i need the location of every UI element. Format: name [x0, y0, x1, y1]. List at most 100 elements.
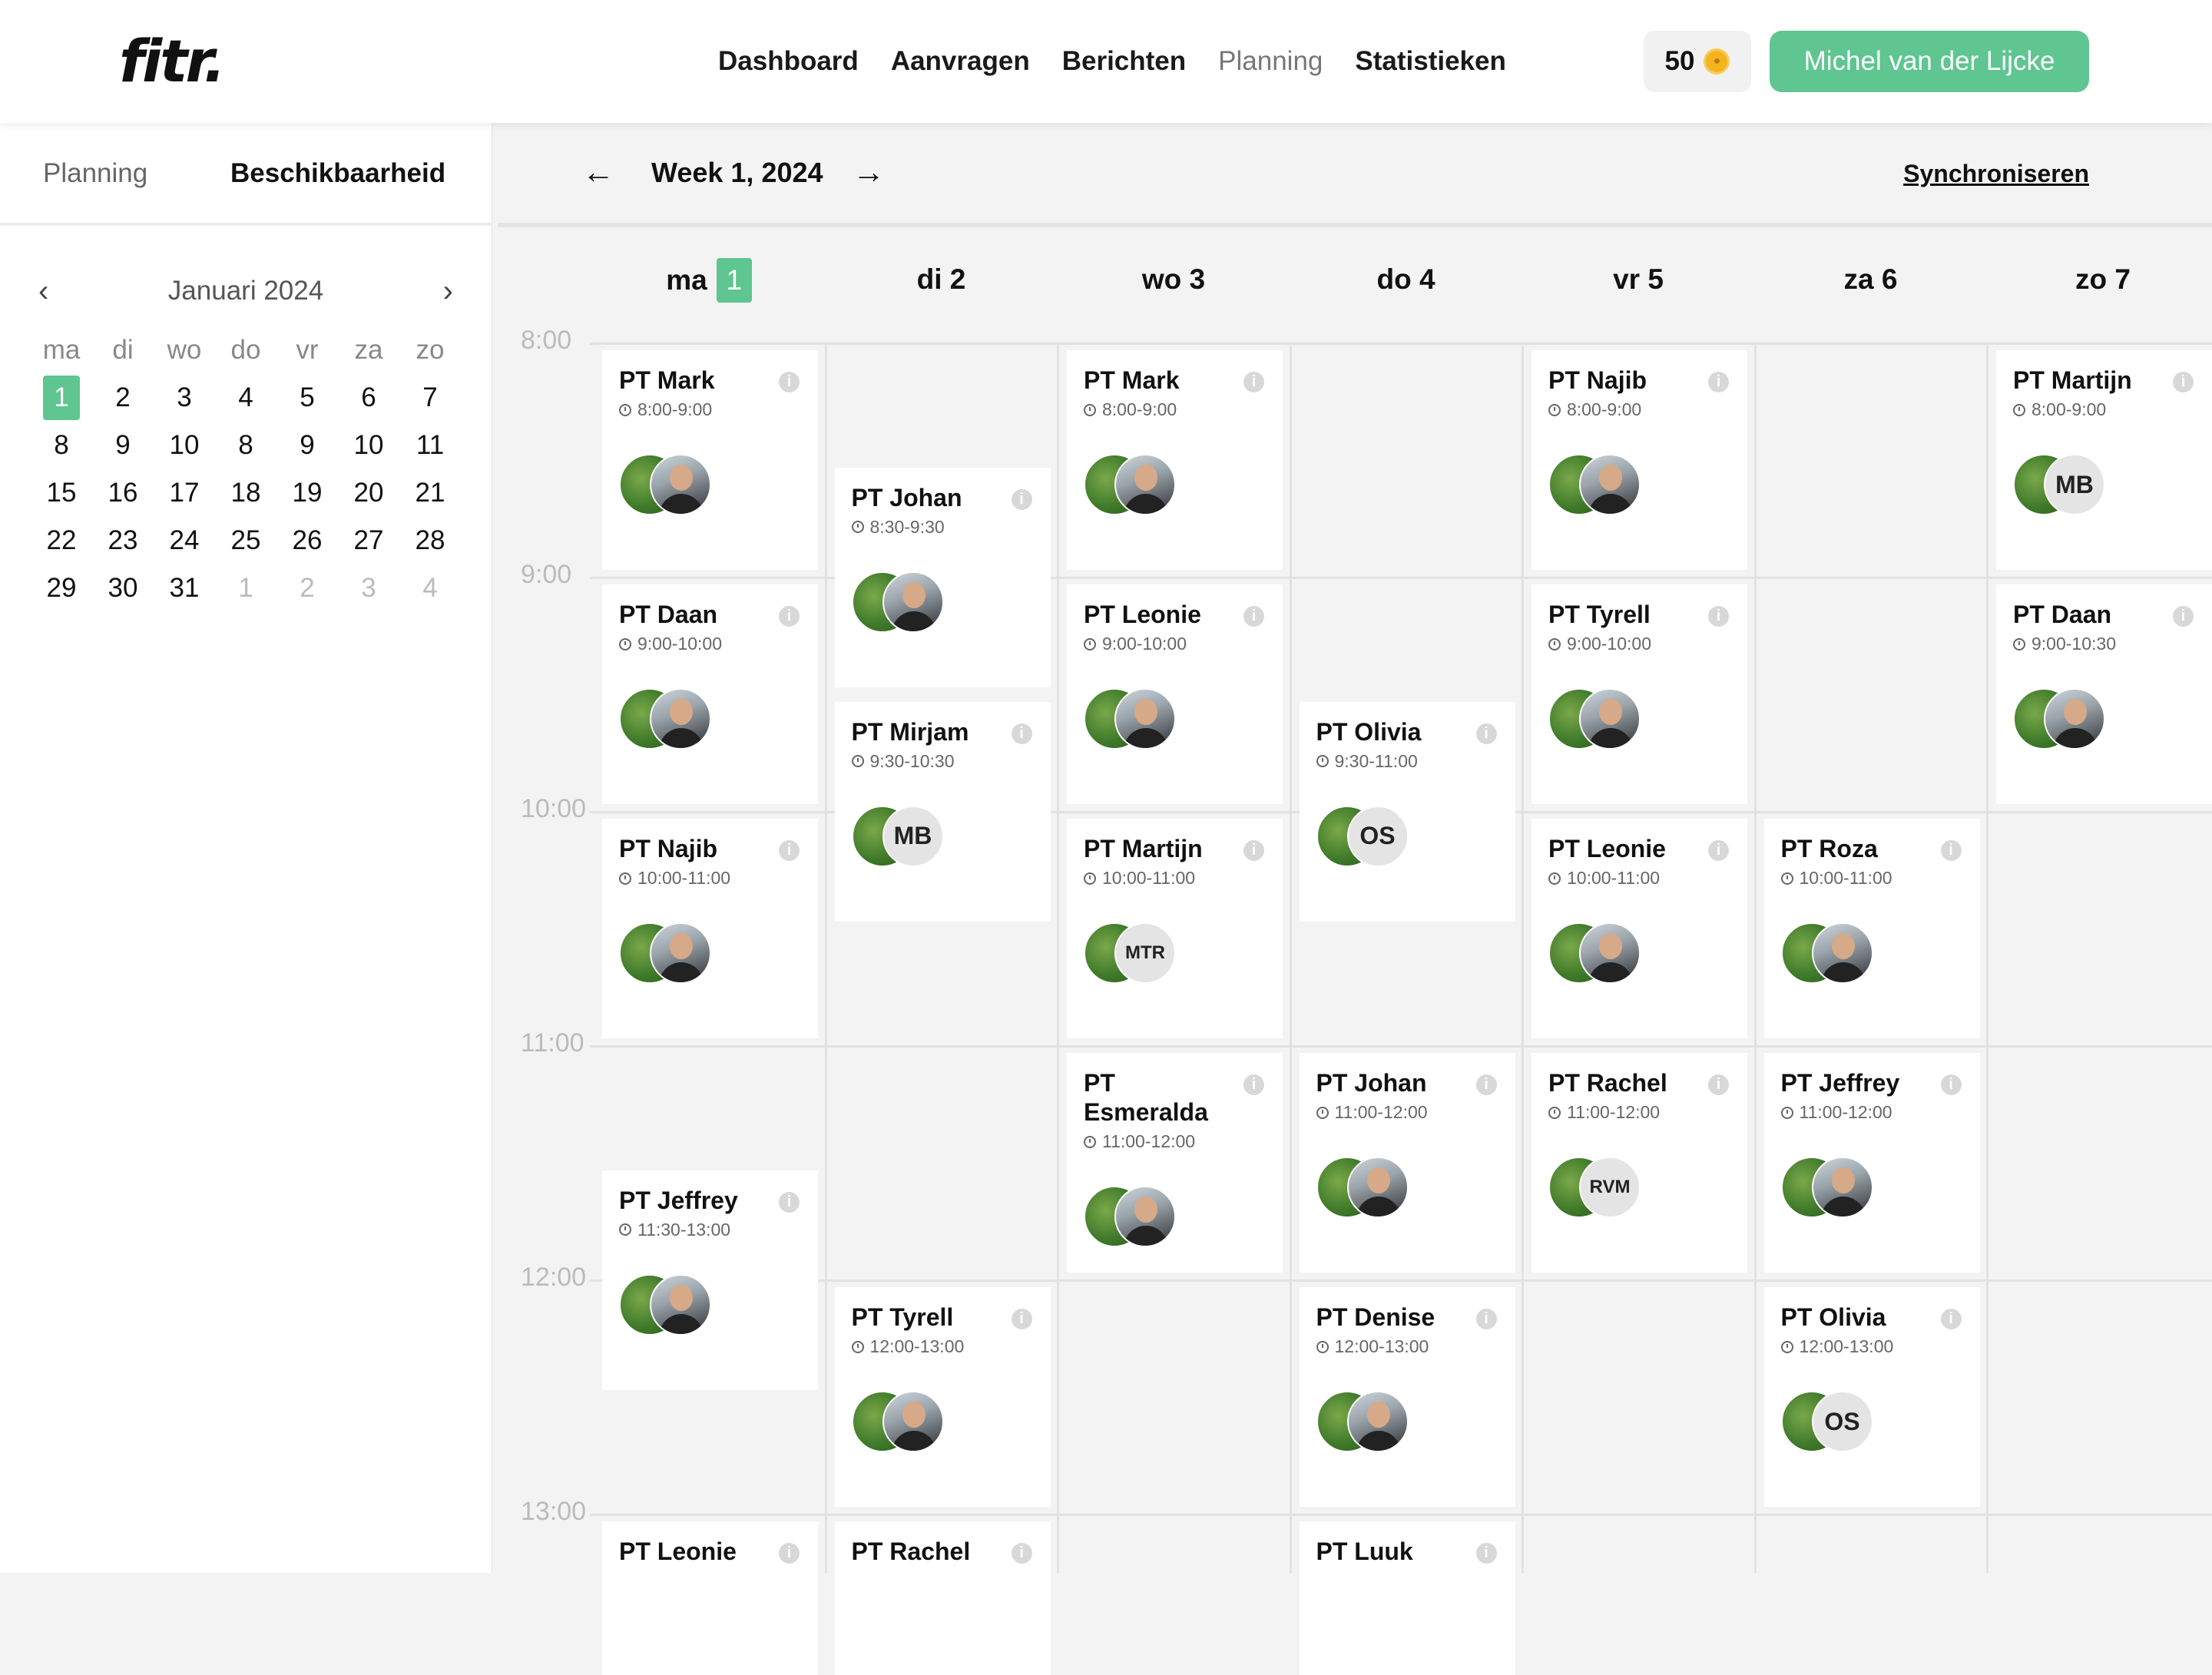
session-card[interactable]: PT Mark 8:00-9:00 i [1067, 350, 1283, 570]
nav-dashboard[interactable]: Dashboard [718, 40, 859, 83]
tab-planning[interactable]: Planning [43, 157, 147, 190]
info-icon[interactable]: i [779, 1543, 800, 1564]
info-icon[interactable]: i [1243, 840, 1264, 861]
calendar-day[interactable]: 2 [276, 564, 338, 612]
calendar-day[interactable]: 15 [31, 469, 92, 517]
session-card[interactable]: PT Martijn 10:00-11:00 i MTR [1067, 819, 1283, 1038]
session-card[interactable]: PT Daan 9:00-10:30 i [1996, 584, 2212, 804]
calendar-day[interactable]: 2 [92, 374, 154, 422]
calendar-day[interactable]: 24 [154, 517, 215, 564]
calendar-day[interactable]: 1 [215, 564, 276, 612]
info-icon[interactable]: i [1011, 488, 1032, 510]
user-menu-button[interactable]: Michel van der Lijcke [1770, 31, 2089, 92]
info-icon[interactable]: i [1475, 1309, 1497, 1329]
calendar-day[interactable]: 4 [399, 564, 461, 612]
session-card[interactable]: PT Rachel 11:00-12:00 i RVM [1532, 1053, 1747, 1273]
calendar-day[interactable]: 8 [31, 422, 92, 469]
calendar-day[interactable]: 7 [399, 374, 461, 422]
calendar-day[interactable]: 10 [338, 422, 399, 469]
info-icon[interactable]: i [779, 1191, 800, 1213]
calendar-day[interactable]: 22 [31, 517, 92, 564]
info-icon[interactable]: i [2173, 372, 2194, 392]
calendar-day[interactable]: 3 [338, 564, 399, 612]
info-icon[interactable]: i [1940, 1074, 1962, 1095]
calendar-day[interactable]: 31 [154, 564, 215, 612]
info-icon[interactable]: i [1940, 1309, 1962, 1329]
info-icon[interactable]: i [1011, 723, 1032, 744]
calendar-day[interactable]: 10 [154, 422, 215, 469]
calendar-day[interactable]: 4 [215, 374, 276, 422]
calendar-day[interactable]: 8 [215, 422, 276, 469]
info-icon[interactable]: i [1475, 1543, 1497, 1564]
sync-link[interactable]: Synchroniseren [1903, 160, 2089, 188]
session-card[interactable]: PT Daan 9:00-10:00 i [602, 584, 818, 804]
info-icon[interactable]: i [2173, 606, 2194, 627]
calendar-day[interactable]: 30 [92, 564, 154, 612]
info-icon[interactable]: i [1011, 1309, 1032, 1329]
calendar-day[interactable]: 1 [31, 374, 92, 422]
session-card[interactable]: PT Leonie 10:00-11:00 i [1532, 819, 1747, 1038]
calendar-day[interactable]: 21 [399, 469, 461, 517]
session-card[interactable]: PT Tyrell 12:00-13:00 i [834, 1287, 1051, 1507]
info-icon[interactable]: i [1708, 372, 1729, 392]
session-card[interactable]: PT Leonie 9:00-10:00 i [1067, 584, 1283, 804]
nav-aanvragen[interactable]: Aanvragen [891, 40, 1030, 83]
session-card[interactable]: PT Esmeralda 11:00-12:00 i [1067, 1053, 1283, 1273]
calendar-day[interactable]: 16 [92, 469, 154, 517]
info-icon[interactable]: i [1708, 1074, 1729, 1095]
calendar-day[interactable]: 25 [215, 517, 276, 564]
calendar-day[interactable]: 6 [338, 374, 399, 422]
calendar-day[interactable]: 17 [154, 469, 215, 517]
info-icon[interactable]: i [1243, 1074, 1264, 1095]
info-icon[interactable]: i [1475, 723, 1497, 744]
calendar-day[interactable]: 27 [338, 517, 399, 564]
session-card[interactable]: PT Roza 10:00-11:00 i [1763, 819, 1980, 1038]
nav-berichten[interactable]: Berichten [1062, 40, 1186, 83]
info-icon[interactable]: i [1243, 372, 1264, 392]
info-icon[interactable]: i [1708, 840, 1729, 861]
calendar-day[interactable]: 3 [154, 374, 215, 422]
calendar-day[interactable]: 11 [399, 422, 461, 469]
calendar-day[interactable]: 9 [276, 422, 338, 469]
info-icon[interactable]: i [1475, 1074, 1497, 1095]
info-icon[interactable]: i [1243, 606, 1264, 627]
calendar-day[interactable]: 5 [276, 374, 338, 422]
calendar-day[interactable]: 28 [399, 517, 461, 564]
session-card[interactable]: PT Jeffrey 11:30-13:00 i [602, 1170, 818, 1390]
info-icon[interactable]: i [779, 372, 800, 392]
session-card[interactable]: PT Johan 8:30-9:30 i [834, 467, 1051, 687]
nav-planning[interactable]: Planning [1218, 40, 1323, 83]
session-card[interactable]: PT Mark 8:00-9:00 i [602, 350, 818, 570]
session-card[interactable]: PT Jeffrey 11:00-12:00 i [1763, 1053, 1980, 1273]
calendar-day[interactable]: 20 [338, 469, 399, 517]
session-card[interactable]: PT Martijn 8:00-9:00 i MB [1996, 350, 2212, 570]
arrow-left-icon[interactable]: ← [582, 154, 614, 190]
session-card[interactable]: PT Najib 10:00-11:00 i [602, 819, 818, 1038]
session-card[interactable]: PT Denise 12:00-13:00 i [1299, 1287, 1515, 1507]
session-card[interactable]: PT Olivia 9:30-11:00 i OS [1299, 701, 1515, 922]
chevron-right-icon[interactable]: › [443, 274, 453, 309]
info-icon[interactable]: i [1011, 1543, 1032, 1564]
credits-badge[interactable]: 50 ● [1644, 31, 1751, 92]
calendar-day[interactable]: 29 [31, 564, 92, 612]
calendar-day[interactable]: 18 [215, 469, 276, 517]
session-card[interactable]: PT Johan 11:00-12:00 i [1299, 1053, 1515, 1273]
arrow-right-icon[interactable]: → [853, 154, 885, 190]
session-card[interactable]: PT Leonie i [602, 1521, 818, 1675]
session-card[interactable]: PT Tyrell 9:00-10:00 i [1532, 584, 1747, 804]
info-icon[interactable]: i [779, 606, 800, 627]
tab-beschikbaarheid[interactable]: Beschikbaarheid [230, 157, 445, 190]
info-icon[interactable]: i [1708, 606, 1729, 627]
calendar-day[interactable]: 26 [276, 517, 338, 564]
info-icon[interactable]: i [779, 840, 800, 861]
nav-statistieken[interactable]: Statistieken [1355, 40, 1505, 83]
session-card[interactable]: PT Najib 8:00-9:00 i [1532, 350, 1747, 570]
session-card[interactable]: PT Rachel i [834, 1521, 1051, 1675]
session-card[interactable]: PT Luuk i [1299, 1521, 1515, 1675]
session-card[interactable]: PT Olivia 12:00-13:00 i OS [1763, 1287, 1980, 1507]
session-card[interactable]: PT Mirjam 9:30-10:30 i MB [834, 701, 1051, 922]
calendar-day[interactable]: 9 [92, 422, 154, 469]
calendar-day[interactable]: 19 [276, 469, 338, 517]
info-icon[interactable]: i [1940, 840, 1962, 861]
calendar-day[interactable]: 23 [92, 517, 154, 564]
